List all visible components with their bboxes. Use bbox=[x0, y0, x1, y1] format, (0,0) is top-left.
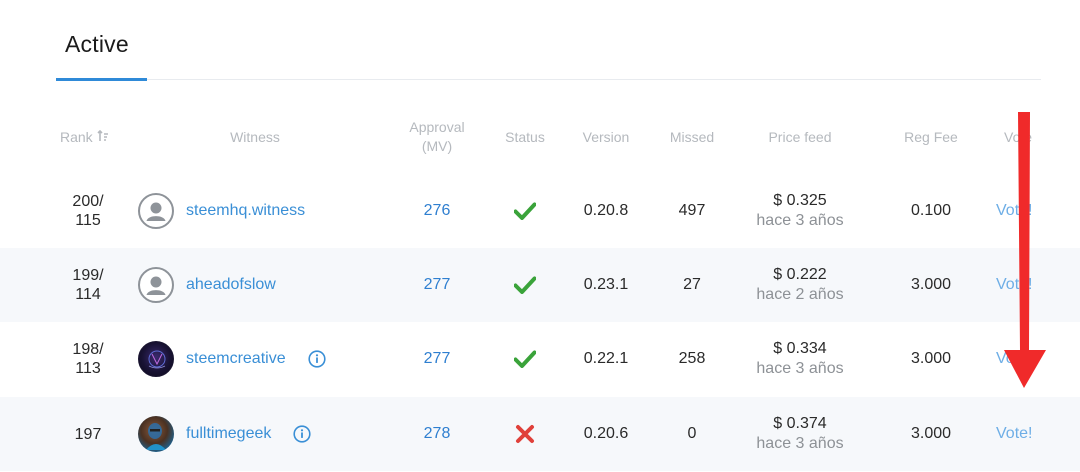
column-status: Status bbox=[505, 128, 545, 145]
table-row: 200/ 115 steemhq.witness 276 0.20.8 497 … bbox=[0, 174, 1080, 248]
status-cell bbox=[500, 248, 550, 322]
witness-cell: aheadofslow bbox=[138, 248, 398, 322]
approval-value[interactable]: 278 bbox=[398, 397, 476, 471]
witness-cell: steemcreative bbox=[138, 322, 398, 396]
price-feed-cell: $ 0.374 hace 3 años bbox=[740, 397, 860, 471]
price-time: hace 3 años bbox=[756, 435, 844, 452]
vote-button[interactable]: Vote! bbox=[996, 397, 1048, 471]
check-icon bbox=[514, 350, 536, 368]
witness-cell: steemhq.witness bbox=[138, 174, 398, 248]
tab-bar: Active bbox=[56, 0, 1041, 81]
check-icon bbox=[514, 202, 536, 220]
price-feed-cell: $ 0.325 hace 3 años bbox=[740, 174, 860, 248]
column-missed: Missed bbox=[669, 128, 715, 145]
price-time: hace 2 años bbox=[756, 286, 844, 303]
column-witness: Witness bbox=[230, 128, 280, 145]
fulltimegeek-avatar[interactable] bbox=[138, 416, 174, 452]
info-icon[interactable] bbox=[307, 350, 326, 368]
vote-button[interactable]: Vote! bbox=[996, 248, 1048, 322]
status-cell bbox=[500, 174, 550, 248]
price-value: $ 0.222 bbox=[773, 266, 827, 283]
table-row: 197 fulltimegeek 278 0.20.6 0 $ 0.374 ha… bbox=[0, 397, 1080, 471]
rank-sub-value: 113 bbox=[75, 360, 101, 377]
rank-sub-value: 114 bbox=[75, 286, 101, 303]
witness-link[interactable]: aheadofslow bbox=[186, 276, 276, 294]
cross-icon bbox=[516, 425, 534, 443]
price-feed-cell: $ 0.222 hace 2 años bbox=[740, 248, 860, 322]
price-time: hace 3 años bbox=[756, 212, 844, 229]
column-approval: Approval (MV) bbox=[398, 112, 476, 162]
status-cell bbox=[500, 397, 550, 471]
rank-cell: 199/ 114 bbox=[58, 248, 118, 322]
reg-fee-value: 0.100 bbox=[910, 202, 952, 219]
column-rank[interactable]: Rank bbox=[60, 112, 116, 162]
missed-value: 0 bbox=[687, 425, 697, 442]
price-value: $ 0.334 bbox=[773, 340, 827, 357]
price-feed-cell: $ 0.334 hace 3 años bbox=[740, 322, 860, 396]
version-value: 0.20.6 bbox=[583, 425, 629, 442]
default-user-icon[interactable] bbox=[138, 267, 174, 303]
approval-value[interactable]: 277 bbox=[398, 248, 476, 322]
missed-value: 27 bbox=[683, 276, 701, 293]
rank-sub-value: 115 bbox=[75, 212, 101, 229]
column-version: Version bbox=[582, 128, 630, 145]
tab-active-underline bbox=[56, 78, 147, 81]
column-approval-label: Approval bbox=[409, 119, 465, 135]
status-cell bbox=[500, 322, 550, 396]
vote-button[interactable]: Vote! bbox=[996, 174, 1048, 248]
default-user-icon[interactable] bbox=[138, 193, 174, 229]
approval-value[interactable]: 277 bbox=[398, 322, 476, 396]
witness-link[interactable]: fulltimegeek bbox=[186, 425, 271, 443]
price-time: hace 3 años bbox=[756, 360, 844, 377]
column-price-feed: Price feed bbox=[768, 128, 832, 145]
column-reg-fee: Reg Fee bbox=[904, 128, 958, 145]
table-header: Rank Witness Approval (MV) Status Versio… bbox=[0, 112, 1080, 162]
rank-value: 197 bbox=[74, 425, 102, 443]
witness-link[interactable]: steemcreative bbox=[186, 350, 286, 368]
reg-fee-value: 3.000 bbox=[910, 350, 952, 367]
info-icon[interactable] bbox=[293, 425, 311, 443]
price-value: $ 0.325 bbox=[773, 192, 827, 209]
vote-button[interactable]: Vote! bbox=[996, 322, 1048, 396]
check-icon bbox=[514, 276, 536, 294]
steemcreative-avatar[interactable] bbox=[138, 341, 174, 377]
version-value: 0.20.8 bbox=[583, 202, 629, 219]
version-value: 0.23.1 bbox=[583, 276, 629, 293]
reg-fee-value: 3.000 bbox=[910, 276, 952, 293]
missed-value: 258 bbox=[678, 350, 706, 367]
tab-active-label: Active bbox=[65, 31, 129, 57]
reg-fee-value: 3.000 bbox=[910, 425, 952, 442]
rank-cell: 198/ 113 bbox=[58, 322, 118, 396]
witness-link[interactable]: steemhq.witness bbox=[186, 202, 305, 220]
approval-value[interactable]: 276 bbox=[398, 174, 476, 248]
column-vote: Vote bbox=[1004, 128, 1033, 145]
table-row: 198/ 113 steemcreative 277 0.22.1 258 $ … bbox=[0, 322, 1080, 396]
sort-ascending-icon[interactable] bbox=[97, 130, 109, 142]
rank-cell: 200/ 115 bbox=[58, 174, 118, 248]
witness-cell: fulltimegeek bbox=[138, 397, 398, 471]
tab-active[interactable]: Active bbox=[56, 0, 147, 81]
price-value: $ 0.374 bbox=[773, 415, 827, 432]
rank-value: 200/ bbox=[72, 193, 104, 210]
column-approval-unit: (MV) bbox=[421, 138, 453, 154]
table-row: 199/ 114 aheadofslow 277 0.23.1 27 $ 0.2… bbox=[0, 248, 1080, 322]
version-value: 0.22.1 bbox=[583, 350, 629, 367]
rank-value: 198/ bbox=[72, 341, 104, 358]
rank-cell: 197 bbox=[58, 397, 118, 471]
missed-value: 497 bbox=[678, 202, 706, 219]
column-rank-label: Rank bbox=[60, 128, 93, 145]
rank-value: 199/ bbox=[72, 267, 104, 284]
